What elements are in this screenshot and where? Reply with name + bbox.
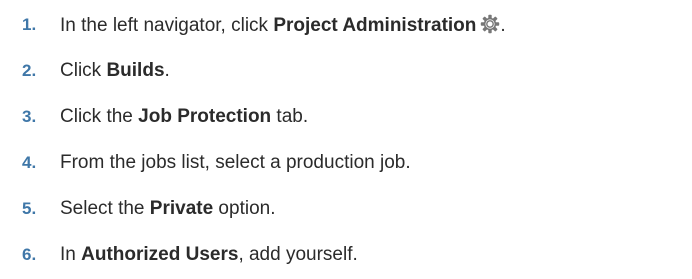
step-number: 6. bbox=[22, 245, 37, 264]
step-number: 5. bbox=[22, 199, 37, 218]
step-text: Select the Private option. bbox=[60, 198, 275, 220]
step-text-plain: Select the bbox=[60, 198, 150, 219]
step-text-plain: tab. bbox=[271, 106, 309, 127]
step-text-plain: option. bbox=[213, 198, 276, 219]
ui-term-job-protection: Job Protection bbox=[138, 106, 272, 127]
step-text: From the jobs list, select a production … bbox=[60, 152, 411, 173]
ui-term-authorized-users: Authorized Users bbox=[81, 244, 239, 265]
ui-term-project-administration: Project Administration bbox=[273, 14, 477, 36]
step-text-plain: Click bbox=[60, 60, 107, 81]
step-number: 2. bbox=[22, 61, 37, 80]
ui-term-builds: Builds bbox=[106, 60, 165, 81]
step-text-plain: . bbox=[500, 14, 506, 36]
step-text: In the left navigator, click Project Adm… bbox=[60, 14, 506, 37]
step-text-plain: In bbox=[60, 244, 82, 265]
step-text: Click the Job Protection tab. bbox=[60, 106, 308, 128]
gear-icon bbox=[481, 14, 500, 33]
step-text-plain: , add yourself. bbox=[238, 244, 358, 265]
ui-term-private: Private bbox=[149, 198, 214, 219]
step-text: Click Builds. bbox=[60, 60, 170, 82]
step-text-plain: In the left navigator, click bbox=[60, 14, 274, 36]
step-number: 4. bbox=[22, 153, 37, 172]
step-number: 1. bbox=[22, 15, 37, 34]
step-text-plain: . bbox=[164, 60, 170, 81]
step-text-plain: Click the bbox=[60, 106, 139, 127]
step-text: In Authorized Users, add yourself. bbox=[60, 244, 358, 266]
step-number: 3. bbox=[22, 107, 37, 126]
